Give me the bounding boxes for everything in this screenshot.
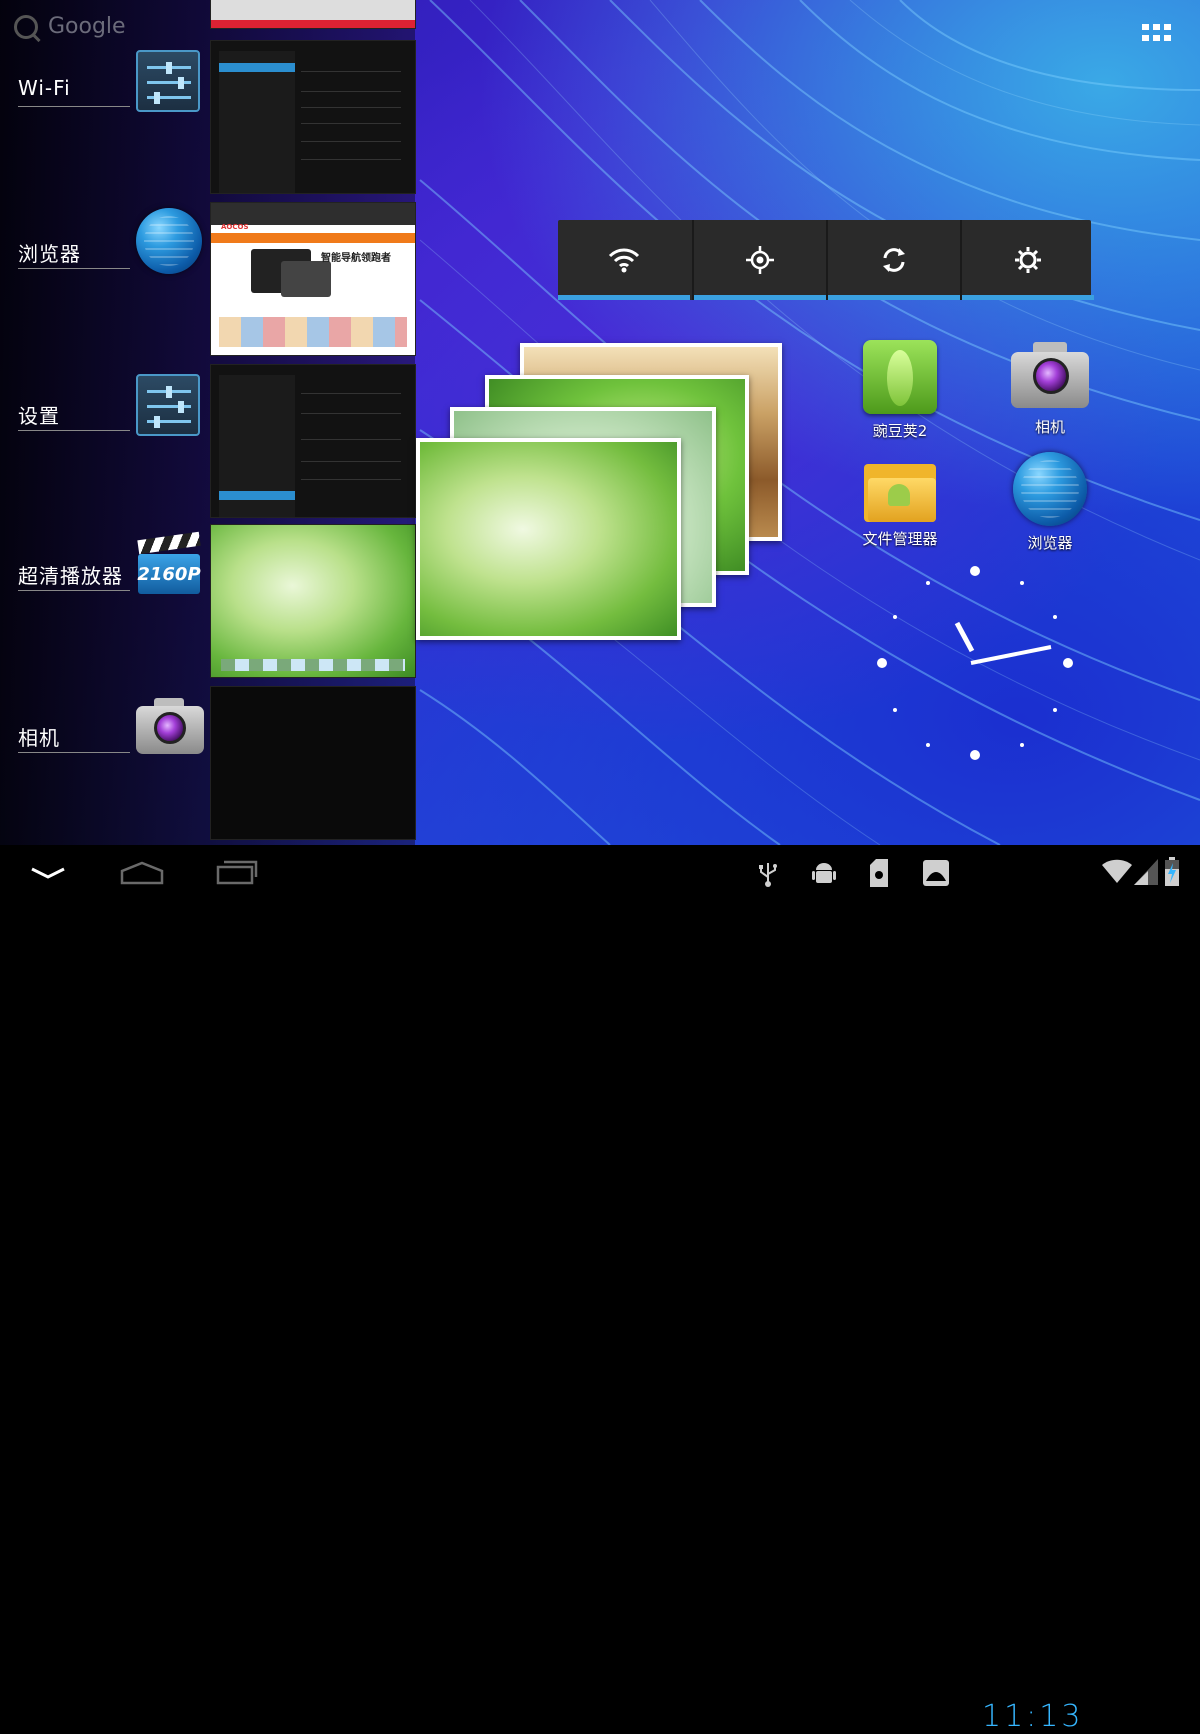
app-label: 浏览器 [1027, 534, 1073, 552]
system-bar: 11:13 [0, 845, 1200, 1734]
search-label: Google [48, 14, 126, 39]
sd-card-icon [870, 859, 888, 887]
home-icon [120, 861, 164, 885]
recent-item-label: Wi-Fi [18, 76, 71, 100]
chevron-down-icon [31, 867, 65, 879]
peapod-icon [863, 340, 937, 414]
usb-icon [759, 863, 777, 887]
app-label: 豌豆荚2 [872, 422, 928, 440]
recent-item-camera[interactable]: 相机 [0, 686, 416, 840]
recent-item-label: 相机 [18, 726, 60, 750]
recent-item-settings[interactable]: 设置 [0, 364, 416, 518]
location-toggle[interactable] [692, 220, 826, 300]
camera-icon [1011, 340, 1089, 410]
app-shortcut-file-manager[interactable]: 文件管理器 [840, 458, 960, 549]
app-shortcut-wandoujia[interactable]: 豌豆荚2 [840, 340, 960, 441]
image-notification-icon [923, 860, 949, 886]
recent-thumbnail[interactable] [210, 524, 416, 678]
recent-apps-button[interactable] [210, 857, 262, 887]
home-button[interactable] [116, 857, 168, 887]
recent-thumbnail[interactable]: AOCOS 智能导航领跑者 [210, 202, 416, 356]
recent-item-label: 设置 [18, 404, 60, 428]
recent-item-label: 浏览器 [18, 242, 81, 266]
clapperboard-icon: 2160P [136, 531, 204, 600]
recent-thumbnail[interactable] [210, 686, 416, 840]
recent-item-video-player[interactable]: 超清播放器 2160P [0, 524, 416, 678]
analog-clock-widget[interactable] [875, 565, 1075, 765]
search-icon [14, 15, 38, 39]
folder-icon [864, 458, 936, 522]
recent-thumbnail[interactable] [210, 364, 416, 518]
location-icon [746, 246, 774, 274]
divider [18, 268, 130, 269]
battery-charging-icon [1165, 857, 1179, 886]
app-shortcut-camera[interactable]: 相机 [990, 340, 1110, 437]
divider [18, 752, 130, 753]
clapperboard-badge: 2160P [137, 554, 201, 594]
brightness-icon [1015, 247, 1041, 273]
recent-item-wifi[interactable]: Wi-Fi [0, 40, 416, 194]
app-shortcut-browser[interactable]: 浏览器 [990, 452, 1110, 553]
cell-signal-icon [1134, 859, 1158, 885]
wifi-signal-icon [1102, 859, 1132, 883]
settings-icon [136, 374, 204, 442]
divider [18, 430, 130, 431]
sync-toggle[interactable] [826, 220, 960, 300]
divider [18, 106, 130, 107]
app-label: 文件管理器 [862, 530, 938, 548]
google-search[interactable]: Google [14, 14, 126, 39]
brightness-toggle[interactable] [960, 220, 1094, 300]
android-debug-icon [812, 863, 836, 883]
globe-icon [1013, 452, 1087, 526]
photo-card [416, 438, 681, 640]
browser-thumb-brand: AOCOS [221, 223, 249, 231]
power-control-widget [558, 220, 1094, 300]
recent-apps-panel: Google Wi-Fi 浏览器 AOCOS 智能导航领跑者 设置 超清播放器 … [0, 0, 416, 845]
minute-hand [970, 645, 1052, 665]
clock-time[interactable]: 11:13 [982, 1699, 1083, 1734]
camera-icon [136, 696, 204, 764]
recent-item-label: 超清播放器 [18, 564, 123, 588]
settings-icon [136, 50, 204, 118]
back-button[interactable] [22, 857, 74, 887]
recent-apps-icon [216, 860, 258, 885]
sync-icon [883, 248, 905, 272]
divider [18, 590, 130, 591]
recent-thumbnail-partial[interactable] [210, 0, 416, 29]
browser-thumb-headline: 智能导航领跑者 [321, 253, 391, 264]
wifi-toggle[interactable] [558, 220, 690, 300]
hour-hand [954, 621, 975, 653]
globe-icon [136, 208, 204, 276]
recent-item-browser[interactable]: 浏览器 AOCOS 智能导航领跑者 [0, 202, 416, 356]
wifi-icon [608, 248, 640, 273]
recent-thumbnail[interactable] [210, 40, 416, 194]
all-apps-button[interactable] [1142, 24, 1172, 44]
app-label: 相机 [1034, 418, 1065, 436]
